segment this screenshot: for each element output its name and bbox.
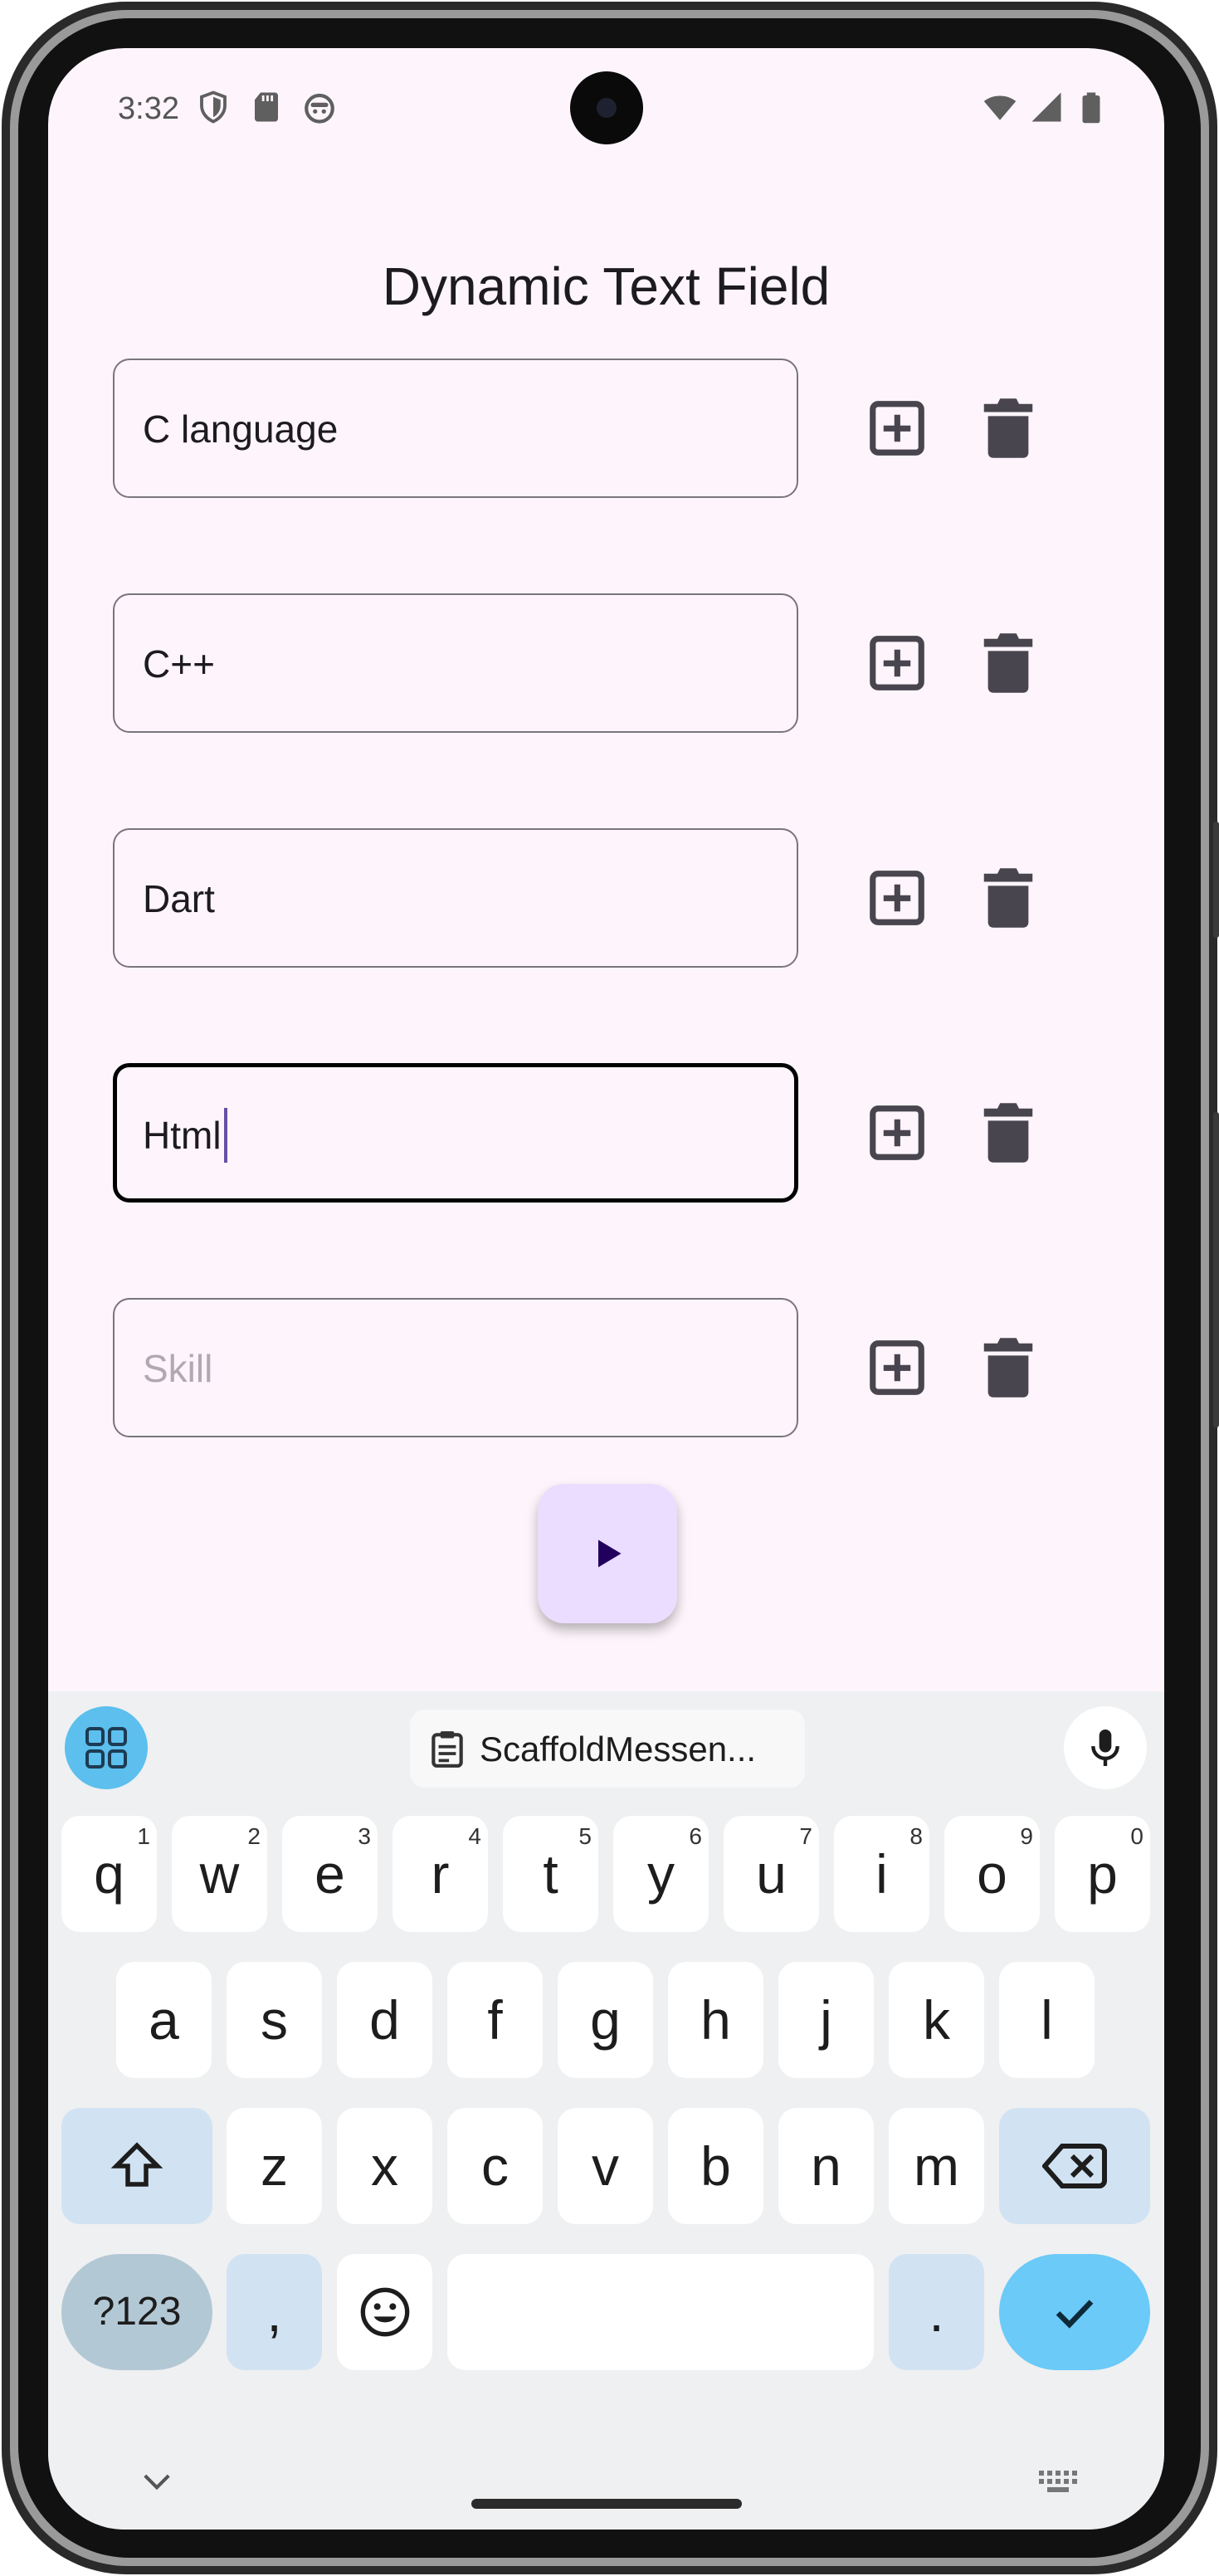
delete-icon[interactable]	[981, 631, 1036, 695]
key-c[interactable]: c	[447, 2108, 543, 2224]
delete-icon[interactable]	[981, 1335, 1036, 1400]
front-camera	[570, 71, 643, 144]
voice-input-button[interactable]	[1064, 1706, 1147, 1789]
status-bar: 3:32	[48, 48, 1164, 173]
period-key[interactable]: .	[889, 2254, 984, 2370]
key-w[interactable]: w2	[172, 1816, 267, 1932]
space-key[interactable]	[447, 2254, 874, 2370]
key-n[interactable]: n	[778, 2108, 874, 2224]
skill-row: Dart	[113, 828, 1109, 969]
skill-row: C++	[113, 593, 1109, 734]
add-box-icon[interactable]	[865, 1100, 929, 1165]
wifi-icon	[983, 95, 1017, 120]
key-k[interactable]: k	[889, 1962, 984, 2078]
checkmark-icon	[1056, 2300, 1094, 2329]
shield-icon	[200, 90, 227, 124]
clipboard-suggestion-chip[interactable]: ScaffoldMessen...	[410, 1710, 805, 1788]
text-cursor	[223, 1108, 227, 1163]
microphone-icon	[1091, 1730, 1119, 1766]
field-value: Dart	[143, 877, 215, 920]
enter-key[interactable]	[999, 2254, 1150, 2370]
key-l[interactable]: l	[999, 1962, 1095, 2078]
delete-icon[interactable]	[981, 1100, 1036, 1165]
keyboard-switch-icon[interactable]	[1037, 2468, 1080, 2496]
skill-row: C language	[113, 359, 1109, 500]
cellular-signal-icon	[1031, 92, 1061, 122]
backspace-key[interactable]	[999, 2108, 1150, 2224]
shift-arrow-icon	[110, 2142, 163, 2187]
page-title: Dynamic Text Field	[382, 256, 831, 316]
skill-row: Html	[113, 1063, 1109, 1204]
skill-text-field-focused[interactable]: Html	[113, 1063, 798, 1203]
key-a[interactable]: a	[116, 1962, 212, 2078]
field-value: C language	[143, 407, 339, 451]
key-h[interactable]: h	[668, 1962, 763, 2078]
home-gesture-bar[interactable]	[471, 2499, 742, 2509]
key-o[interactable]: o9	[944, 1816, 1040, 1932]
key-p[interactable]: p0	[1055, 1816, 1150, 1932]
key-d[interactable]: d	[337, 1962, 432, 2078]
clipboard-icon	[432, 1731, 463, 1768]
field-value: Html	[143, 1114, 222, 1158]
chevron-down-icon[interactable]	[141, 2471, 173, 2493]
soft-keyboard: ScaffoldMessen... q1 w2 e3 r4 t5 y6 u7 i…	[48, 1691, 1164, 2530]
screen: 3:32 Dynamic Text Field C language C++ D…	[48, 48, 1164, 2530]
key-u[interactable]: u7	[724, 1816, 819, 1932]
key-y[interactable]: y6	[613, 1816, 709, 1932]
add-box-icon[interactable]	[865, 396, 929, 461]
volume-button	[1213, 822, 1219, 938]
delete-icon[interactable]	[981, 396, 1036, 461]
add-box-icon[interactable]	[865, 1335, 929, 1400]
keyboard-apps-button[interactable]	[65, 1706, 148, 1789]
status-time: 3:32	[118, 91, 179, 126]
key-r[interactable]: r4	[393, 1816, 488, 1932]
skill-text-field[interactable]: Dart	[113, 828, 798, 968]
key-g[interactable]: g	[558, 1962, 653, 2078]
add-box-icon[interactable]	[865, 866, 929, 930]
field-value: C++	[143, 642, 215, 685]
symbols-key[interactable]: ?123	[61, 2254, 212, 2370]
skill-text-field[interactable]: Skill	[113, 1298, 798, 1437]
key-x[interactable]: x	[337, 2108, 432, 2224]
clipboard-suggestion-text: ScaffoldMessen...	[480, 1730, 757, 1769]
emoji-key[interactable]	[337, 2254, 432, 2370]
backspace-icon	[1042, 2144, 1107, 2188]
skill-row: Skill	[113, 1298, 1109, 1439]
key-s[interactable]: s	[227, 1962, 322, 2078]
skill-text-field[interactable]: C language	[113, 359, 798, 498]
key-v[interactable]: v	[558, 2108, 653, 2224]
play-arrow-icon	[598, 1539, 622, 1568]
add-box-icon[interactable]	[865, 631, 929, 695]
key-z[interactable]: z	[227, 2108, 322, 2224]
comma-key[interactable]: ,	[227, 2254, 322, 2370]
key-q[interactable]: q1	[61, 1816, 157, 1932]
key-e[interactable]: e3	[282, 1816, 378, 1932]
emoji-icon	[360, 2287, 410, 2337]
shift-key[interactable]	[61, 2108, 212, 2224]
battery-icon	[1082, 92, 1100, 124]
grid-icon	[85, 1727, 127, 1769]
key-b[interactable]: b	[668, 2108, 763, 2224]
app-notification-icon	[305, 93, 334, 124]
keyboard-toolbar: ScaffoldMessen...	[48, 1691, 1164, 1799]
phone-device: 3:32 Dynamic Text Field C language C++ D…	[0, 0, 1219, 2576]
power-button	[1213, 1112, 1219, 1427]
key-f[interactable]: f	[447, 1962, 543, 2078]
key-i[interactable]: i8	[834, 1816, 929, 1932]
delete-icon[interactable]	[981, 866, 1036, 930]
field-placeholder: Skill	[143, 1347, 213, 1390]
skill-text-field[interactable]: C++	[113, 593, 798, 733]
key-t[interactable]: t5	[503, 1816, 598, 1932]
sd-card-icon	[255, 92, 278, 122]
key-j[interactable]: j	[778, 1962, 874, 2078]
key-m[interactable]: m	[889, 2108, 984, 2224]
submit-fab-button[interactable]	[538, 1484, 677, 1623]
